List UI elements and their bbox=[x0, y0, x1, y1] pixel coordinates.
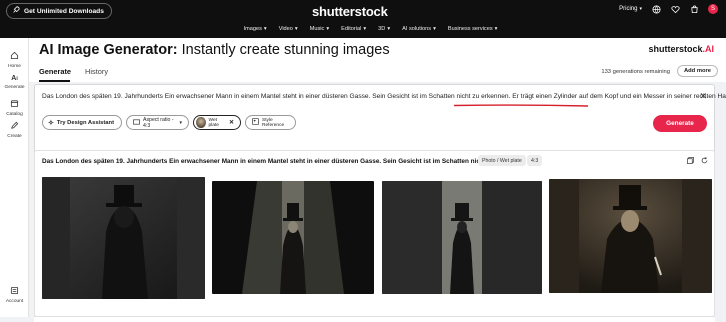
style-reference-icon bbox=[252, 118, 259, 127]
pricing-link[interactable]: Pricing bbox=[619, 6, 637, 12]
style-reference-button[interactable]: Style Reference bbox=[245, 115, 296, 130]
generated-image-4[interactable] bbox=[549, 179, 712, 293]
close-icon[interactable]: ✕ bbox=[699, 91, 707, 102]
account-icon bbox=[0, 286, 29, 298]
chevron-down-icon: ▾ bbox=[326, 26, 330, 32]
nav-label: Images bbox=[243, 26, 262, 32]
generations-remaining: 133 generations remaining bbox=[601, 69, 670, 75]
sparkle-icon: ✧ bbox=[48, 119, 54, 127]
nav-item-ai-solutions[interactable]: AI solutions ▾ bbox=[402, 26, 436, 32]
sidebar-item-label: Catalog bbox=[6, 112, 23, 117]
aspect-ratio-label: Aspect ratio - 4:3 bbox=[143, 116, 174, 129]
page-header: AI Image Generator: Instantly create stu… bbox=[29, 38, 726, 82]
nav-item-images[interactable]: Images ▾ bbox=[244, 26, 267, 32]
nav-label: Business services bbox=[447, 26, 493, 32]
top-right-controls: Pricing ▾ S bbox=[619, 4, 718, 14]
style-thumbnail bbox=[196, 117, 206, 128]
tabs: Generate History bbox=[39, 67, 108, 76]
results-title: Das London des späten 19. Jahrhunderts E… bbox=[42, 158, 492, 165]
nav-item-3d[interactable]: 3D ▾ bbox=[378, 26, 390, 32]
add-more-button[interactable]: Add more bbox=[676, 65, 718, 77]
style-chip-label: Wet plate bbox=[208, 117, 219, 128]
style-chip-wet-plate[interactable]: Wet plate ✕ bbox=[193, 115, 241, 130]
results-card: Das London des späten 19. Jahrhunderts E… bbox=[34, 150, 715, 317]
chevron-down-icon: ▾ bbox=[494, 26, 498, 32]
nav-label: Music bbox=[309, 26, 325, 32]
main-content: AI Image Generator: Instantly create stu… bbox=[29, 38, 726, 322]
shutterstock-logo[interactable]: shutterstock bbox=[312, 4, 388, 19]
chevron-down-icon: ▾ bbox=[639, 6, 642, 12]
get-unlimited-downloads-button[interactable]: Get Unlimited Downloads bbox=[6, 3, 112, 19]
design-assistant-button[interactable]: ✧ Try Design Assistant bbox=[42, 115, 122, 130]
sidebar: Home Ai Generate Catalog Create Account bbox=[0, 38, 29, 317]
avatar[interactable]: S bbox=[708, 4, 718, 14]
nav-item-video[interactable]: Video ▾ bbox=[279, 26, 298, 32]
download-label: Get Unlimited Downloads bbox=[24, 7, 104, 15]
chevron-down-icon: ▾ bbox=[433, 26, 436, 32]
page-title: AI Image Generator: Instantly create stu… bbox=[39, 42, 390, 58]
results-actions bbox=[687, 157, 708, 166]
tab-active-indicator bbox=[39, 80, 70, 82]
tab-history[interactable]: History bbox=[85, 67, 108, 76]
design-assistant-label: Try Design Assistant bbox=[56, 119, 115, 126]
home-icon bbox=[0, 51, 29, 63]
chevron-down-icon: ▾ bbox=[179, 119, 182, 126]
generated-image-3[interactable] bbox=[382, 181, 542, 294]
sidebar-item-account[interactable]: Account bbox=[0, 286, 29, 304]
style-reference-label: Style Reference bbox=[262, 117, 285, 128]
nav-label: 3D bbox=[378, 26, 386, 32]
heart-icon[interactable] bbox=[670, 4, 680, 14]
nav-label: AI solutions bbox=[402, 26, 432, 32]
sidebar-item-label: Create bbox=[7, 134, 22, 139]
refresh-icon[interactable] bbox=[701, 157, 708, 166]
style-tag: Photo / Wet plate bbox=[478, 155, 526, 166]
brand-name: shutterstock bbox=[648, 44, 703, 54]
sidebar-item-generate[interactable]: Ai Generate bbox=[0, 74, 29, 90]
top-bar: Get Unlimited Downloads shutterstock Pri… bbox=[0, 0, 726, 38]
prompt-input[interactable]: Das London des späten 19. Jahrhunderts E… bbox=[42, 93, 726, 100]
aspect-ratio-icon bbox=[133, 118, 140, 127]
generate-button[interactable]: Generate bbox=[653, 115, 707, 132]
red-underline-annotation bbox=[454, 104, 588, 107]
ratio-tag: 4:3 bbox=[527, 155, 543, 166]
shutterstock-ai-logo: shutterstock.AI bbox=[648, 44, 714, 54]
sidebar-item-catalog[interactable]: Catalog bbox=[0, 99, 29, 117]
chevron-down-icon: ▾ bbox=[294, 26, 298, 32]
sidebar-item-label: Account bbox=[5, 299, 24, 304]
sidebar-item-label: Home bbox=[8, 64, 21, 69]
nav-item-business-services[interactable]: Business services ▾ bbox=[448, 26, 498, 32]
page-title-rest: Instantly create stunning images bbox=[181, 42, 390, 58]
ai-generate-icon: Ai bbox=[11, 75, 18, 82]
sidebar-item-label: Generate bbox=[4, 85, 25, 90]
chevron-down-icon: ▾ bbox=[387, 26, 391, 32]
main-nav: Images ▾ Video ▾ Music ▾ Editorial ▾ 3D ▾ AI … bbox=[0, 26, 726, 32]
brand-suffix: .AI bbox=[702, 44, 714, 54]
page-title-bold: AI Image Generator: bbox=[39, 42, 178, 58]
cart-icon[interactable] bbox=[689, 4, 699, 14]
catalog-icon bbox=[0, 99, 29, 111]
chevron-down-icon: ▾ bbox=[363, 26, 367, 32]
nav-label: Editorial bbox=[341, 26, 362, 32]
close-icon[interactable]: ✕ bbox=[229, 119, 234, 126]
nav-label: Video bbox=[278, 26, 293, 32]
aspect-ratio-select[interactable]: Aspect ratio - 4:3 ▾ bbox=[126, 115, 189, 130]
sidebar-item-home[interactable]: Home bbox=[0, 51, 29, 69]
nav-item-editorial[interactable]: Editorial ▾ bbox=[341, 26, 366, 32]
prompt-controls: ✧ Try Design Assistant Aspect ratio - 4:… bbox=[42, 115, 296, 130]
generated-image-1[interactable] bbox=[42, 177, 205, 299]
copy-icon[interactable] bbox=[687, 157, 694, 166]
nav-item-music[interactable]: Music ▾ bbox=[310, 26, 329, 32]
globe-icon[interactable] bbox=[651, 4, 661, 14]
tab-generate[interactable]: Generate bbox=[39, 67, 71, 76]
rocket-icon bbox=[12, 6, 20, 16]
chevron-down-icon: ▾ bbox=[263, 26, 267, 32]
sidebar-item-create[interactable]: Create bbox=[0, 121, 29, 139]
generated-image-2[interactable] bbox=[212, 181, 374, 294]
create-icon bbox=[0, 121, 29, 133]
